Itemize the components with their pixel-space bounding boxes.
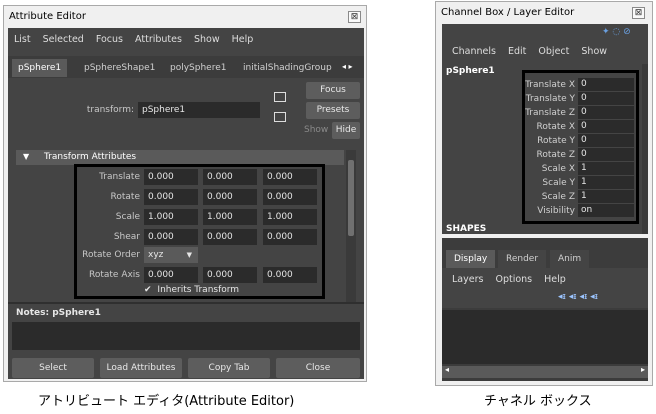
tab-polysphere1[interactable]: polySphere1 <box>164 59 232 77</box>
menu-help[interactable]: Help <box>544 274 566 285</box>
attribute-editor-body: List Selected Focus Attributes Show Help… <box>8 28 364 379</box>
menu-show[interactable]: Show <box>581 46 607 57</box>
attribute-scrollbar-thumb[interactable] <box>348 160 354 236</box>
tab-render[interactable]: Render <box>498 250 547 268</box>
menu-attributes[interactable]: Attributes <box>135 34 182 45</box>
channel-box-menu: Channels Edit Object Show <box>452 46 616 57</box>
menu-list[interactable]: List <box>14 34 31 45</box>
tab-anim[interactable]: Anim <box>550 250 590 268</box>
attribute-editor-menu: List Selected Focus Attributes Show Help <box>14 34 262 45</box>
section-title: Transform Attributes <box>44 152 137 162</box>
tab-psphere1[interactable]: pSphere1 <box>12 59 68 77</box>
copy-tab-button[interactable]: Copy Tab <box>188 358 270 378</box>
chevron-down-icon[interactable]: ▼ <box>23 152 29 161</box>
channel-box-title: Channel Box / Layer Editor <box>436 2 652 24</box>
channel-box-toolbar-icons[interactable]: ✦ ◌ ⊘ <box>602 27 631 37</box>
arrow-left-icon[interactable]: ◂ <box>445 365 449 374</box>
shapes-label: SHAPES <box>446 224 487 234</box>
caption-attribute-editor: アトリビュート エディタ(Attribute Editor) <box>38 394 295 409</box>
layer-scrollbar[interactable]: ◂ ▸ <box>442 365 648 378</box>
arrow-left-right-icon[interactable]: ◂ ▸ <box>342 62 353 71</box>
menu-channels[interactable]: Channels <box>452 46 496 57</box>
menu-layers[interactable]: Layers <box>452 274 483 285</box>
attribute-editor-window: Attribute Editor ⊠ List Selected Focus A… <box>3 5 367 382</box>
notes-textarea[interactable] <box>12 322 360 350</box>
arrow-right-icon[interactable]: ▸ <box>641 365 645 374</box>
layer-list[interactable] <box>442 310 648 364</box>
layer-editor-menu: Layers Options Help <box>452 274 575 285</box>
caption-channel-box: チャネル ボックス <box>484 394 592 409</box>
tab-psphereshape1[interactable]: pSphereShape1 <box>78 59 161 77</box>
input-connection-icon[interactable] <box>274 92 286 102</box>
presets-button[interactable]: Presets <box>306 102 360 119</box>
focus-button[interactable]: Focus <box>306 82 360 99</box>
close-icon[interactable]: ⊠ <box>632 7 645 19</box>
divider <box>8 302 364 304</box>
menu-edit[interactable]: Edit <box>508 46 526 57</box>
tab-initialshadinggroup[interactable]: initialShadingGroup <box>237 59 338 77</box>
attribute-editor-title: Attribute Editor <box>4 6 366 28</box>
menu-show[interactable]: Show <box>194 34 220 45</box>
menu-selected[interactable]: Selected <box>43 34 84 45</box>
layer-action-icons[interactable]: ◂ᵻ ◂ᵻ ◂ᵻ ◂ᵻ <box>558 292 598 302</box>
close-button[interactable]: Close <box>276 358 360 378</box>
notes-label: Notes: pSphere1 <box>16 308 101 318</box>
transform-label: transform: <box>86 105 134 115</box>
output-connection-icon[interactable] <box>274 112 286 122</box>
object-name[interactable]: pSphere1 <box>446 66 495 76</box>
channel-box-window: Channel Box / Layer Editor ⊠ ✦ ◌ ⊘ Chann… <box>435 1 653 386</box>
transform-name-field[interactable]: pSphere1 <box>138 102 260 118</box>
channel-scrollbar[interactable] <box>642 64 648 234</box>
show-label[interactable]: Show <box>304 125 328 135</box>
tab-display[interactable]: Display <box>446 250 496 268</box>
load-attributes-button[interactable]: Load Attributes <box>100 358 182 378</box>
menu-focus[interactable]: Focus <box>96 34 123 45</box>
highlight-frame <box>74 164 325 299</box>
menu-options[interactable]: Options <box>495 274 532 285</box>
menu-help[interactable]: Help <box>232 34 254 45</box>
channel-box-body: ✦ ◌ ⊘ Channels Edit Object Show pSphere1… <box>442 24 648 234</box>
highlight-frame <box>522 70 639 224</box>
layer-editor: Display Render Anim Layers Options Help … <box>442 238 648 381</box>
select-button[interactable]: Select <box>12 358 94 378</box>
hide-button[interactable]: Hide <box>332 122 360 139</box>
menu-object[interactable]: Object <box>538 46 569 57</box>
close-icon[interactable]: ⊠ <box>348 11 361 23</box>
